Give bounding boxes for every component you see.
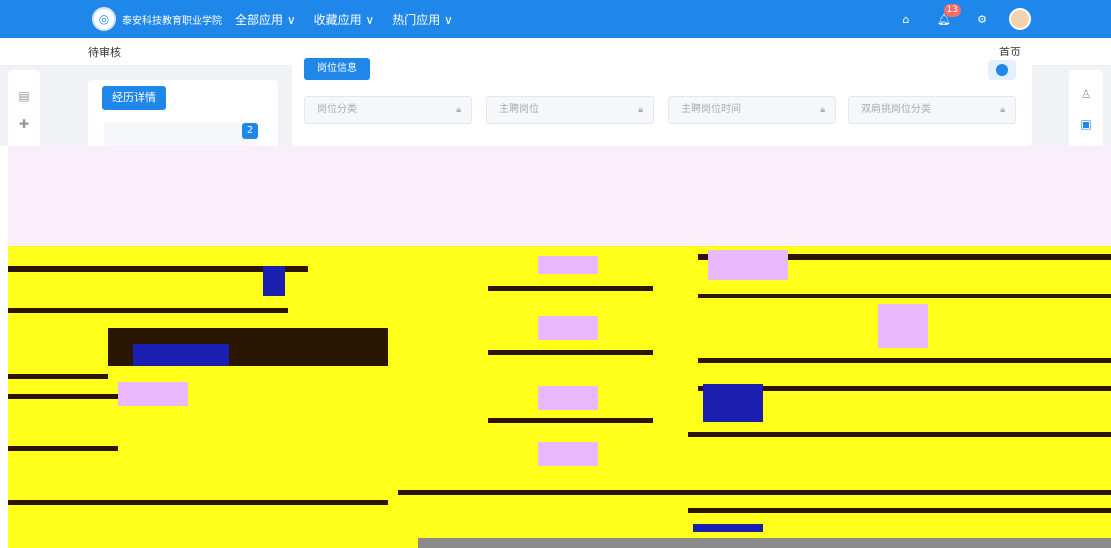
school-logo[interactable]: ◎ 泰安科技教育职业学院 (92, 7, 222, 31)
user-avatar[interactable] (1009, 8, 1031, 30)
glitch-overlay-yellow (8, 246, 1111, 548)
list-icon[interactable]: ▤ (17, 90, 31, 102)
page-title: 待审核 (88, 46, 121, 59)
glitch-patch (708, 250, 788, 280)
glitch-patch (133, 344, 229, 366)
glitch-bar (8, 500, 388, 505)
glitch-bar (488, 350, 653, 355)
top-navigation-bar: ◎ 泰安科技教育职业学院 全部应用 ∨ 收藏应用 ∨ 热门应用 ∨ ⌂ 🔔︎ 13… (0, 0, 1111, 38)
nav-popular-apps[interactable]: 热门应用 ∨ (392, 11, 453, 28)
nav-favorite-apps[interactable]: 收藏应用 ∨ (314, 11, 375, 28)
glitch-bar (8, 308, 288, 313)
field-label: 岗位分类 (317, 104, 357, 115)
glitch-bar (8, 394, 118, 399)
glitch-bar (398, 490, 1111, 495)
right-tool-rail: ♙ ▣ (1069, 70, 1103, 150)
field-main-post[interactable]: 主聘岗位 🔒︎ (486, 96, 654, 124)
experience-detail-button[interactable]: 经历详情 (102, 86, 166, 110)
glitch-patch (538, 442, 598, 466)
user-icon[interactable]: ♙ (1079, 88, 1093, 100)
lock-icon: 🔒︎ (638, 105, 643, 115)
lock-icon: 🔒︎ (820, 105, 825, 115)
field-label: 双肩挑岗位分类 (861, 104, 931, 115)
glitch-bar (488, 286, 653, 291)
field-post-category[interactable]: 岗位分类 🔒︎ (304, 96, 472, 124)
field-label: 主聘岗位 (499, 104, 539, 115)
home-icon[interactable]: ⌂ (895, 8, 917, 30)
settings-icon[interactable]: ⚙ (971, 8, 993, 30)
field-main-post-time[interactable]: 主聘岗位时间 🔒︎ (668, 96, 836, 124)
glitch-patch (263, 266, 285, 296)
field-label: 主聘岗位时间 (681, 104, 741, 115)
glitch-patch (538, 316, 598, 340)
position-info-tag[interactable]: 岗位信息 (304, 58, 370, 80)
glitch-bar (698, 358, 1111, 363)
briefcase-icon[interactable]: ▣ (1079, 118, 1093, 130)
glitch-bar (698, 294, 1111, 298)
notification-badge: 13 (943, 4, 961, 17)
logo-emblem-icon: ◎ (92, 7, 116, 31)
left-tool-rail: ▤ ✚ (8, 70, 40, 150)
glitch-patch (538, 386, 598, 410)
glitch-bar (8, 374, 108, 379)
glitch-patch (703, 384, 763, 422)
glitch-patch (878, 304, 928, 348)
count-badge: 2 (242, 123, 258, 139)
bell-icon[interactable]: 🔔︎ 13 (933, 4, 961, 30)
glitch-patch (693, 524, 763, 532)
glitch-patch (118, 382, 188, 406)
collapse-toggle[interactable] (988, 60, 1016, 80)
nav-all-apps[interactable]: 全部应用 ∨ (235, 11, 296, 28)
glitch-bar (688, 508, 1111, 513)
toggle-dot-icon (996, 64, 1008, 76)
logo-text: 泰安科技教育职业学院 (122, 15, 222, 27)
glitch-bar (488, 418, 653, 423)
top-right-tools: ⌂ 🔔︎ 13 ⚙ (895, 4, 1031, 30)
side-sub-item[interactable] (104, 122, 256, 148)
lock-icon: 🔒︎ (456, 105, 461, 115)
top-nav-menu: 全部应用 ∨ 收藏应用 ∨ 热门应用 ∨ (235, 11, 453, 28)
glitch-bar (688, 432, 1111, 437)
glitch-bar (8, 446, 118, 451)
glitch-overlay-pink (8, 146, 1111, 246)
lock-icon: 🔒︎ (1000, 105, 1005, 115)
side-card: 经历详情 (88, 80, 278, 150)
field-dual-post-category[interactable]: 双肩挑岗位分类 🔒︎ (848, 96, 1016, 124)
glitch-bar (418, 538, 1111, 548)
puzzle-icon[interactable]: ✚ (17, 118, 31, 130)
glitch-patch (538, 256, 598, 274)
